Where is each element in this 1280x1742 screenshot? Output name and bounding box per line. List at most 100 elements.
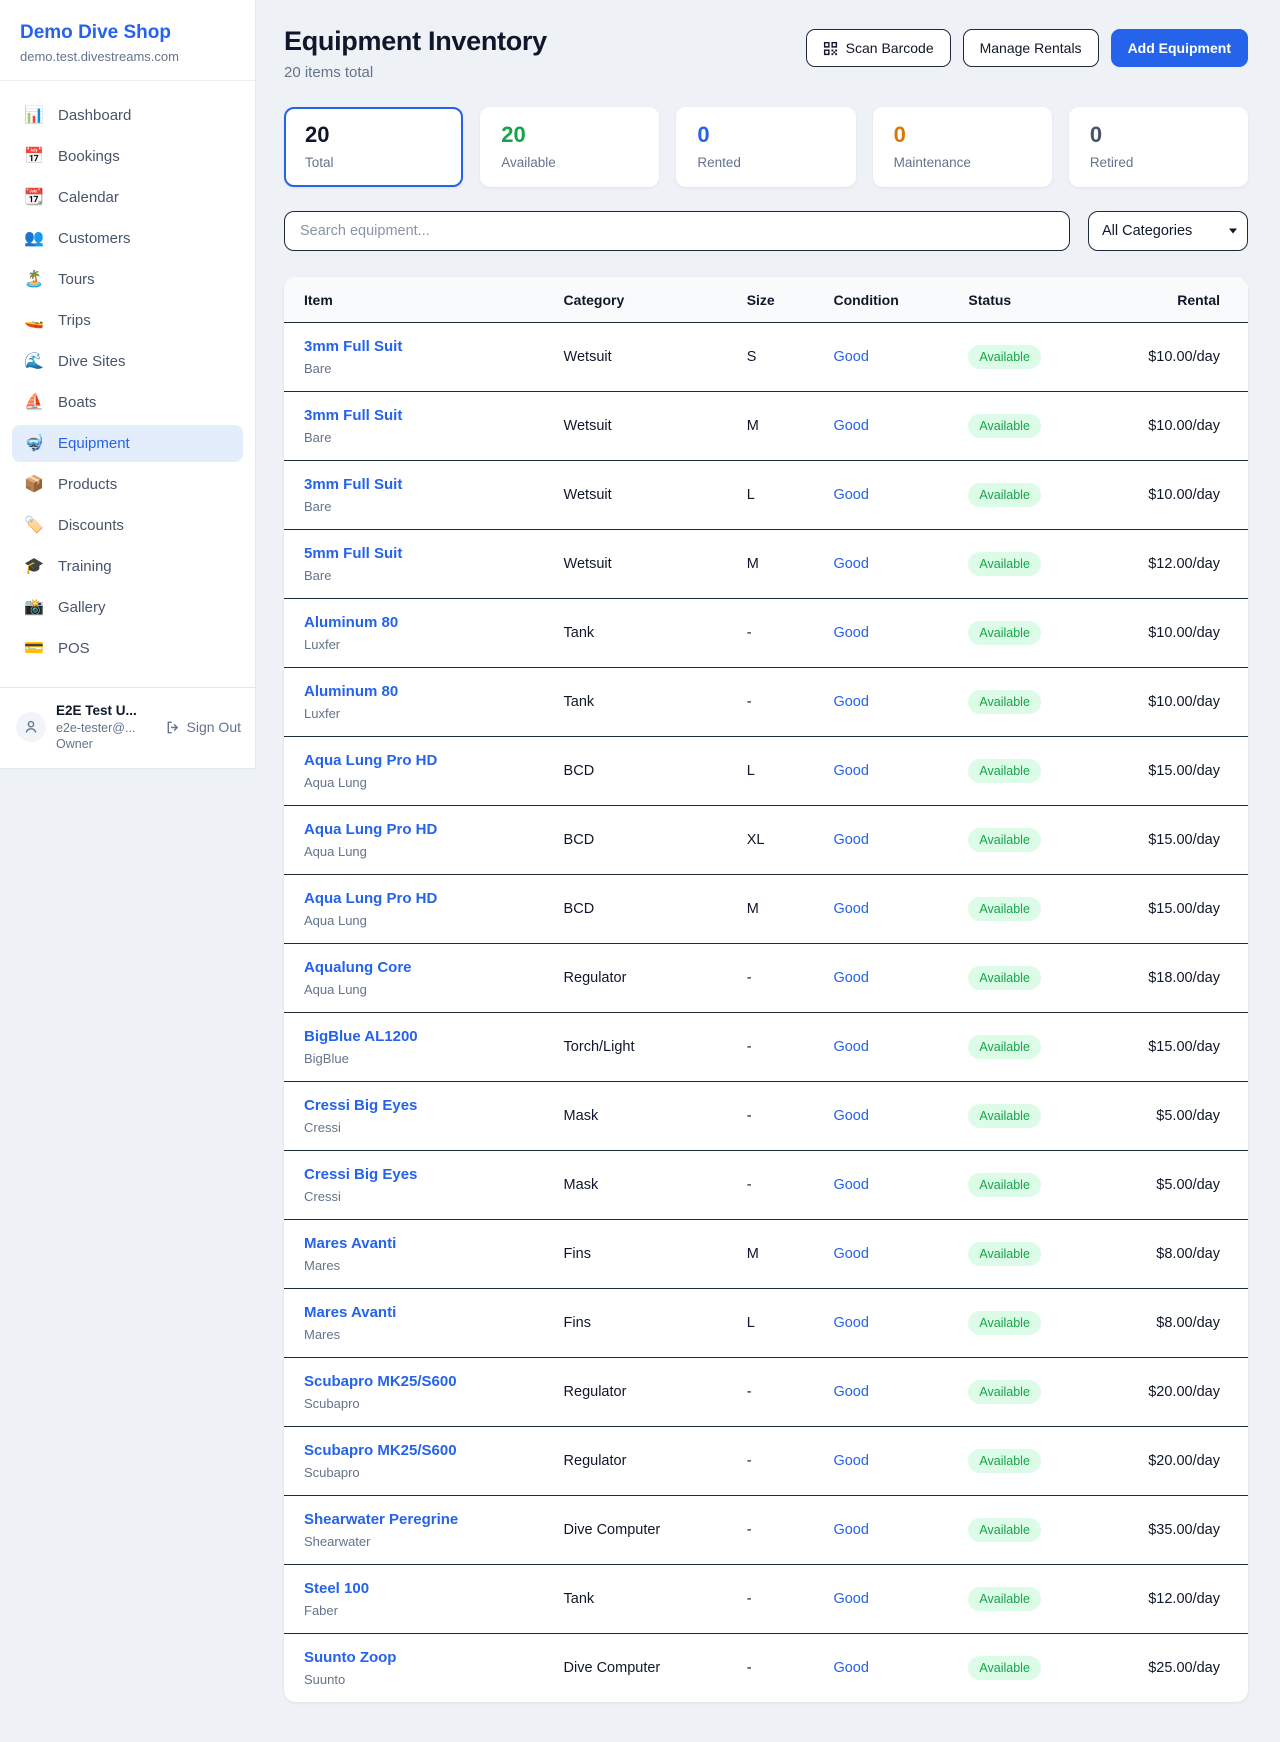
condition-link[interactable]: Good: [833, 1177, 868, 1193]
sidebar-item-discounts[interactable]: 🏷️Discounts: [12, 507, 243, 544]
item-name-link[interactable]: Aqua Lung Pro HD: [304, 752, 554, 769]
item-name-link[interactable]: Suunto Zoop: [304, 1649, 554, 1666]
table-header: ItemCategorySizeConditionStatusRental: [284, 277, 1248, 323]
item-name-link[interactable]: Cressi Big Eyes: [304, 1166, 554, 1183]
condition-link[interactable]: Good: [833, 1591, 868, 1607]
stat-card-retired[interactable]: 0Retired: [1069, 107, 1248, 187]
item-name-link[interactable]: 5mm Full Suit: [304, 545, 554, 562]
pos-icon: 💳: [24, 641, 44, 657]
sidebar-item-gallery[interactable]: 📸Gallery: [12, 589, 243, 626]
item-name-link[interactable]: Aqualung Core: [304, 959, 554, 976]
stat-card-rented[interactable]: 0Rented: [676, 107, 855, 187]
sidebar-item-dashboard[interactable]: 📊Dashboard: [12, 97, 243, 134]
item-name-link[interactable]: Mares Avanti: [304, 1304, 554, 1321]
sidebar-item-customers[interactable]: 👥Customers: [12, 220, 243, 257]
item-name-link[interactable]: Scubapro MK25/S600: [304, 1442, 554, 1459]
manage-rentals-button[interactable]: Manage Rentals: [963, 29, 1099, 67]
condition-link[interactable]: Good: [833, 1108, 868, 1124]
condition-link[interactable]: Good: [833, 487, 868, 503]
sidebar-item-products[interactable]: 📦Products: [12, 466, 243, 503]
status-badge: Available: [968, 690, 1041, 714]
condition-link[interactable]: Good: [833, 556, 868, 572]
item-category: Tank: [564, 1565, 747, 1634]
item-size: M: [747, 392, 834, 461]
item-brand: Faber: [304, 1603, 554, 1618]
status-badge: Available: [968, 1104, 1041, 1128]
user-avatar-icon: [23, 719, 39, 735]
item-category: Fins: [564, 1220, 747, 1289]
item-name-link[interactable]: Aqua Lung Pro HD: [304, 821, 554, 838]
condition-link[interactable]: Good: [833, 625, 868, 641]
table-row: 5mm Full SuitBareWetsuitMGoodAvailable$1…: [284, 530, 1248, 599]
item-name-link[interactable]: 3mm Full Suit: [304, 338, 554, 355]
category-select[interactable]: All Categories: [1088, 211, 1248, 251]
table-row: Cressi Big EyesCressiMask-GoodAvailable$…: [284, 1082, 1248, 1151]
sidebar-item-pos[interactable]: 💳POS: [12, 630, 243, 667]
item-category: Regulator: [564, 944, 747, 1013]
search-input[interactable]: [284, 211, 1070, 251]
boats-icon: ⛵: [24, 395, 44, 411]
condition-link[interactable]: Good: [833, 970, 868, 986]
equipment-table-card: ItemCategorySizeConditionStatusRental 3m…: [284, 277, 1248, 1702]
condition-link[interactable]: Good: [833, 1453, 868, 1469]
item-name-link[interactable]: Aluminum 80: [304, 683, 554, 700]
table-row: Shearwater PeregrineShearwaterDive Compu…: [284, 1496, 1248, 1565]
stat-card-total[interactable]: 20Total: [284, 107, 463, 187]
item-brand: BigBlue: [304, 1051, 554, 1066]
sidebar-item-label: Dashboard: [58, 107, 131, 124]
condition-link[interactable]: Good: [833, 1039, 868, 1055]
table-row: 3mm Full SuitBareWetsuitSGoodAvailable$1…: [284, 323, 1248, 392]
item-name-link[interactable]: Steel 100: [304, 1580, 554, 1597]
item-category: BCD: [564, 737, 747, 806]
condition-link[interactable]: Good: [833, 1660, 868, 1676]
stat-card-available[interactable]: 20Available: [480, 107, 659, 187]
item-name-link[interactable]: Cressi Big Eyes: [304, 1097, 554, 1114]
sidebar-item-trips[interactable]: 🚤Trips: [12, 302, 243, 339]
scan-barcode-button[interactable]: Scan Barcode: [806, 29, 951, 67]
condition-link[interactable]: Good: [833, 1315, 868, 1331]
item-name-link[interactable]: Aqua Lung Pro HD: [304, 890, 554, 907]
stat-value: 0: [1090, 122, 1227, 148]
sidebar-item-equipment[interactable]: 🤿Equipment: [12, 425, 243, 462]
sidebar-item-calendar[interactable]: 📆Calendar: [12, 179, 243, 216]
item-name-link[interactable]: Shearwater Peregrine: [304, 1511, 554, 1528]
sidebar-item-dive-sites[interactable]: 🌊Dive Sites: [12, 343, 243, 380]
stat-value: 0: [894, 122, 1031, 148]
item-brand: Bare: [304, 430, 554, 445]
sidebar-item-tours[interactable]: 🏝️Tours: [12, 261, 243, 298]
stat-card-maintenance[interactable]: 0Maintenance: [873, 107, 1052, 187]
item-name-link[interactable]: BigBlue AL1200: [304, 1028, 554, 1045]
sign-out-button[interactable]: Sign Out: [165, 719, 241, 735]
stat-value: 0: [697, 122, 834, 148]
table-row: Suunto ZoopSuuntoDive Computer-GoodAvail…: [284, 1634, 1248, 1703]
item-name-link[interactable]: Aluminum 80: [304, 614, 554, 631]
item-name-link[interactable]: 3mm Full Suit: [304, 407, 554, 424]
item-name-link[interactable]: 3mm Full Suit: [304, 476, 554, 493]
condition-link[interactable]: Good: [833, 418, 868, 434]
condition-link[interactable]: Good: [833, 763, 868, 779]
item-rental: $15.00/day: [1123, 737, 1248, 806]
sidebar-item-bookings[interactable]: 📅Bookings: [12, 138, 243, 175]
condition-link[interactable]: Good: [833, 349, 868, 365]
shop-name[interactable]: Demo Dive Shop: [20, 22, 235, 44]
equipment-table: ItemCategorySizeConditionStatusRental 3m…: [284, 277, 1248, 1702]
main-content: Equipment Inventory 20 items total Scan …: [256, 0, 1280, 1738]
barcode-icon: [823, 41, 838, 56]
add-equipment-button[interactable]: Add Equipment: [1111, 29, 1248, 67]
item-name-link[interactable]: Mares Avanti: [304, 1235, 554, 1252]
item-brand: Aqua Lung: [304, 844, 554, 859]
sidebar-item-boats[interactable]: ⛵Boats: [12, 384, 243, 421]
item-brand: Bare: [304, 361, 554, 376]
item-name-link[interactable]: Scubapro MK25/S600: [304, 1373, 554, 1390]
sidebar-item-training[interactable]: 🎓Training: [12, 548, 243, 585]
condition-link[interactable]: Good: [833, 1246, 868, 1262]
condition-link[interactable]: Good: [833, 1384, 868, 1400]
item-brand: Shearwater: [304, 1534, 554, 1549]
sidebar-nav: 📊Dashboard 📅Bookings 📆Calendar 👥Customers 🏝️…: [0, 81, 255, 681]
condition-link[interactable]: Good: [833, 901, 868, 917]
item-brand: Cressi: [304, 1189, 554, 1204]
item-category: Tank: [564, 668, 747, 737]
condition-link[interactable]: Good: [833, 832, 868, 848]
condition-link[interactable]: Good: [833, 1522, 868, 1538]
condition-link[interactable]: Good: [833, 694, 868, 710]
